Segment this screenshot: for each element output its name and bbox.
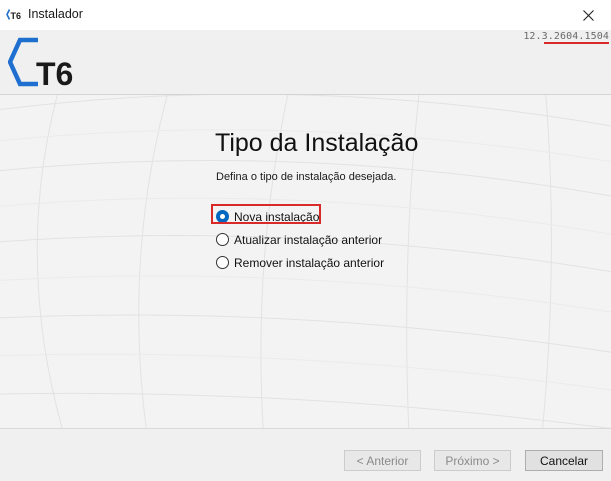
installer-body: Tipo da Instalação Defina o tipo de inst… bbox=[0, 95, 611, 428]
t6-app-icon: T6 bbox=[6, 9, 22, 21]
close-button[interactable] bbox=[565, 0, 611, 30]
svg-text:T6: T6 bbox=[36, 56, 73, 88]
radio-selected-icon[interactable] bbox=[216, 210, 229, 223]
title-bar: T6 Instalador bbox=[0, 0, 611, 30]
option-label: Atualizar instalação anterior bbox=[234, 232, 383, 247]
option-nova-instalacao[interactable]: Nova instalação bbox=[216, 205, 384, 228]
cancel-button[interactable]: Cancelar bbox=[525, 450, 603, 471]
option-atualizar-instalacao[interactable]: Atualizar instalação anterior bbox=[216, 228, 384, 251]
radio-unselected-icon[interactable] bbox=[216, 256, 229, 269]
installer-header: T6 12.3.2604.1504 bbox=[0, 30, 611, 94]
install-type-options: Nova instalação Atualizar instalação ant… bbox=[216, 205, 384, 274]
radio-unselected-icon[interactable] bbox=[216, 233, 229, 246]
option-label: Nova instalação bbox=[234, 209, 320, 224]
installer-window: T6 Instalador T6 12.3.2604.1504 Tipo da … bbox=[0, 0, 611, 481]
page-title: Tipo da Instalação bbox=[215, 129, 419, 157]
version-label: 12.3.2604.1504 bbox=[523, 31, 609, 42]
next-button[interactable]: Próximo > bbox=[434, 450, 511, 471]
previous-button[interactable]: < Anterior bbox=[344, 450, 421, 471]
close-icon bbox=[582, 9, 594, 21]
option-remover-instalacao[interactable]: Remover instalação anterior bbox=[216, 251, 384, 274]
version-underline bbox=[544, 42, 609, 44]
installer-footer: < Anterior Próximo > Cancelar bbox=[0, 429, 611, 481]
svg-text:T6: T6 bbox=[11, 11, 22, 21]
window-title: Instalador bbox=[28, 7, 83, 21]
option-label: Remover instalação anterior bbox=[234, 255, 385, 270]
page-description: Defina o tipo de instalação desejada. bbox=[216, 171, 397, 183]
t6-logo: T6 bbox=[8, 37, 73, 88]
